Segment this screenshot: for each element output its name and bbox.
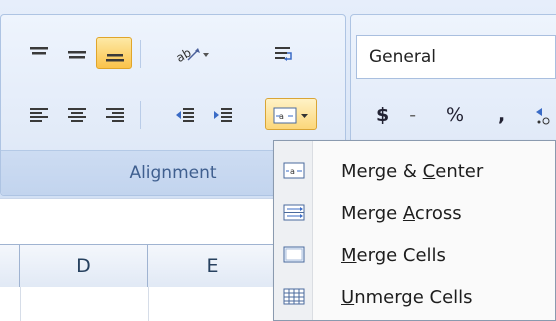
- merge-center-icon: a: [283, 162, 305, 179]
- merge-across-icon: [283, 204, 305, 221]
- orientation-button[interactable]: ab: [166, 37, 216, 69]
- align-center-button[interactable]: [58, 98, 94, 130]
- column-header-partial[interactable]: [0, 245, 20, 287]
- menu-item-label: Merge Across: [341, 203, 462, 224]
- column-header-d[interactable]: D: [20, 245, 148, 287]
- decrease-indent-icon: [176, 108, 194, 122]
- currency-label: $: [376, 104, 390, 126]
- menu-item-merge-cells[interactable]: Merge Cells: [274, 234, 555, 278]
- currency-button[interactable]: $ -: [376, 97, 416, 133]
- menu-item-unmerge-cells[interactable]: Unmerge Cells: [274, 276, 555, 320]
- merge-cells-icon: [283, 246, 305, 263]
- number-format-field[interactable]: General: [356, 35, 556, 79]
- unmerge-cells-icon: [283, 288, 305, 305]
- middle-align-button[interactable]: [58, 37, 94, 69]
- comma-style-button[interactable]: ,: [498, 97, 505, 133]
- wrap-text-button[interactable]: [265, 37, 301, 69]
- top-align-button[interactable]: [20, 37, 56, 69]
- percent-button[interactable]: %: [446, 97, 464, 133]
- menu-item-merge-across[interactable]: Merge Across: [274, 192, 555, 236]
- middle-align-icon: [68, 51, 86, 59]
- wrap-text-icon: [275, 47, 292, 61]
- align-left-button[interactable]: [20, 98, 56, 130]
- cell-gridline: [148, 287, 149, 321]
- increase-indent-button[interactable]: [204, 98, 240, 130]
- menu-item-label: Unmerge Cells: [341, 287, 473, 308]
- bottom-align-icon: [106, 54, 124, 62]
- merge-center-icon: a: [273, 107, 308, 124]
- menu-item-label: Merge Cells: [341, 245, 446, 266]
- align-center-icon: [68, 108, 86, 122]
- column-header-e[interactable]: E: [148, 245, 278, 287]
- currency-dropdown-arrow[interactable]: -: [409, 104, 416, 126]
- top-align-icon: [30, 47, 48, 55]
- text-orientation-icon: ab: [174, 45, 209, 63]
- menu-item-label: Merge & Center: [341, 161, 484, 182]
- bottom-align-button[interactable]: [96, 37, 132, 69]
- increase-decimal-button[interactable]: [530, 99, 556, 131]
- increase-decimal-icon: [536, 108, 550, 125]
- separator: [140, 40, 141, 68]
- separator: [140, 101, 141, 129]
- increase-indent-icon: [214, 108, 232, 122]
- align-right-icon: [106, 108, 124, 122]
- svg-text:a: a: [290, 167, 295, 176]
- merge-center-split-button[interactable]: a: [265, 98, 317, 130]
- align-right-button[interactable]: [96, 98, 132, 130]
- menu-item-merge-center[interactable]: a Merge & Center: [274, 150, 555, 194]
- svg-text:ab: ab: [174, 45, 194, 63]
- decrease-indent-button[interactable]: [166, 98, 202, 130]
- cell-gridline: [20, 287, 21, 321]
- align-left-icon: [30, 108, 48, 122]
- merge-dropdown-menu: a Merge & Center Merge Across Merge Cell…: [273, 140, 556, 321]
